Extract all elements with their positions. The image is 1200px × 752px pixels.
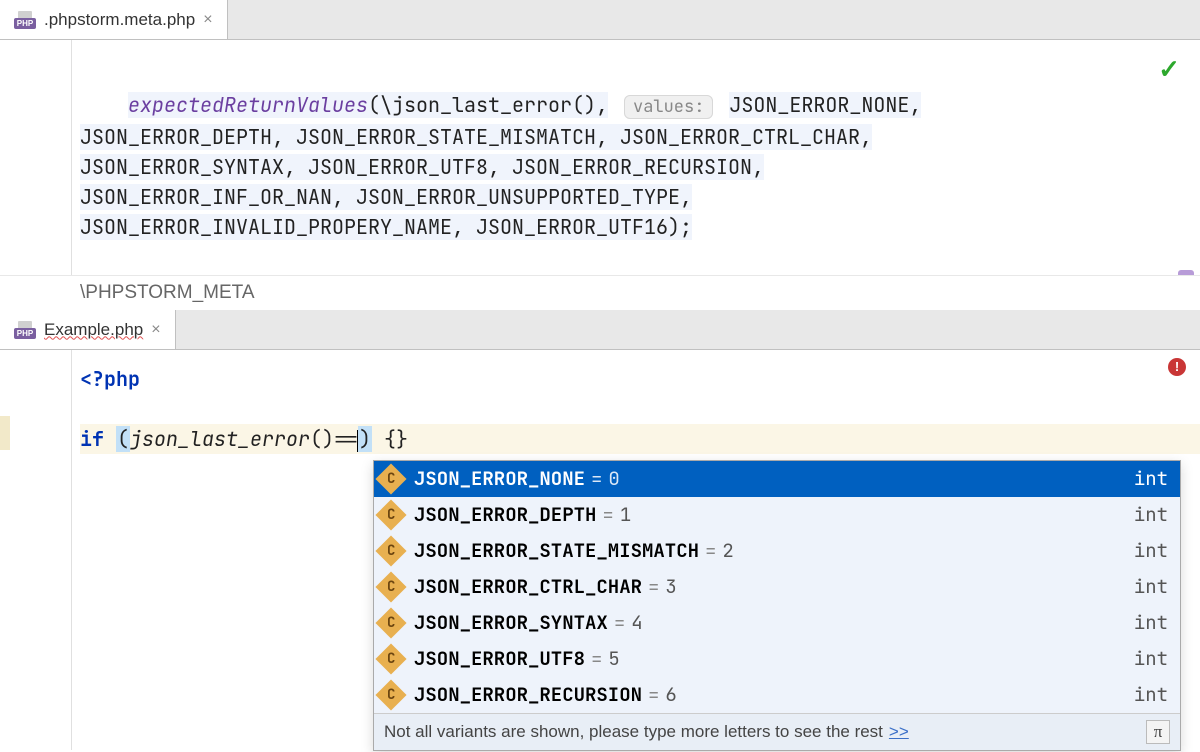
php-file-icon: PHP [14,321,36,339]
constant-icon: C [375,499,406,530]
item-value: 0 [608,465,619,493]
autocomplete-popup: CJSON_ERROR_NONE = 0intCJSON_ERROR_DEPTH… [373,460,1181,751]
gutter [0,350,72,750]
item-type: int [1134,465,1168,493]
close-icon[interactable]: × [203,11,212,29]
item-name: JSON_ERROR_NONE [414,465,585,493]
item-value: 1 [620,501,631,529]
constant-icon: C [375,463,406,494]
code-area-top[interactable]: expectedReturnValues(\json_last_error(),… [0,40,1200,275]
item-name: JSON_ERROR_STATE_MISMATCH [414,537,699,565]
item-value: 5 [608,645,619,673]
code-content-top[interactable]: expectedReturnValues(\json_last_error(),… [72,40,1200,275]
pi-icon[interactable]: π [1146,720,1170,744]
tab-bar-bottom: PHP Example.php × [0,310,1200,350]
item-name: JSON_ERROR_RECURSION [414,681,642,709]
constant-icon: C [375,679,406,710]
top-editor-pane: PHP .phpstorm.meta.php × expectedReturnV… [0,0,1200,310]
close-icon[interactable]: × [151,321,160,339]
autocomplete-item[interactable]: CJSON_ERROR_RECURSION = 6int [374,677,1180,713]
autocomplete-item[interactable]: CJSON_ERROR_NONE = 0int [374,461,1180,497]
item-value: 4 [631,609,642,637]
constant-icon: C [375,535,406,566]
item-type: int [1134,573,1168,601]
breadcrumb[interactable]: \PHPSTORM_META [0,275,1200,310]
autocomplete-item[interactable]: CJSON_ERROR_UTF8 = 5int [374,641,1180,677]
footer-text: Not all variants are shown, please type … [384,722,883,742]
constant-icon: C [375,571,406,602]
gutter [0,40,72,275]
item-type: int [1134,609,1168,637]
autocomplete-item[interactable]: CJSON_ERROR_DEPTH = 1int [374,497,1180,533]
item-name: JSON_ERROR_SYNTAX [414,609,608,637]
show-more-link[interactable]: >> [889,722,909,742]
constant-icon: C [375,607,406,638]
item-type: int [1134,537,1168,565]
autocomplete-item[interactable]: CJSON_ERROR_CTRL_CHAR = 3int [374,569,1180,605]
item-value: 6 [665,681,676,709]
gutter-highlight [0,416,10,450]
item-type: int [1134,645,1168,673]
error-icon[interactable]: ! [1168,358,1186,376]
item-type: int [1134,681,1168,709]
tab-example-php[interactable]: PHP Example.php × [0,310,176,349]
autocomplete-item[interactable]: CJSON_ERROR_SYNTAX = 4int [374,605,1180,641]
autocomplete-footer: Not all variants are shown, please type … [374,713,1180,750]
tab-label: .phpstorm.meta.php [44,10,195,30]
tab-phpstorm-meta[interactable]: PHP .phpstorm.meta.php × [0,0,228,39]
scrollbar-marker[interactable] [1178,270,1194,275]
constant-icon: C [375,643,406,674]
tab-label: Example.php [44,320,143,340]
item-type: int [1134,501,1168,529]
check-icon: ✓ [1158,54,1180,85]
autocomplete-item[interactable]: CJSON_ERROR_STATE_MISMATCH = 2int [374,533,1180,569]
php-file-icon: PHP [14,11,36,29]
item-value: 3 [665,573,676,601]
tab-bar-top: PHP .phpstorm.meta.php × [0,0,1200,40]
item-name: JSON_ERROR_UTF8 [414,645,585,673]
item-name: JSON_ERROR_CTRL_CHAR [414,573,642,601]
item-value: 2 [722,537,733,565]
item-name: JSON_ERROR_DEPTH [414,501,596,529]
